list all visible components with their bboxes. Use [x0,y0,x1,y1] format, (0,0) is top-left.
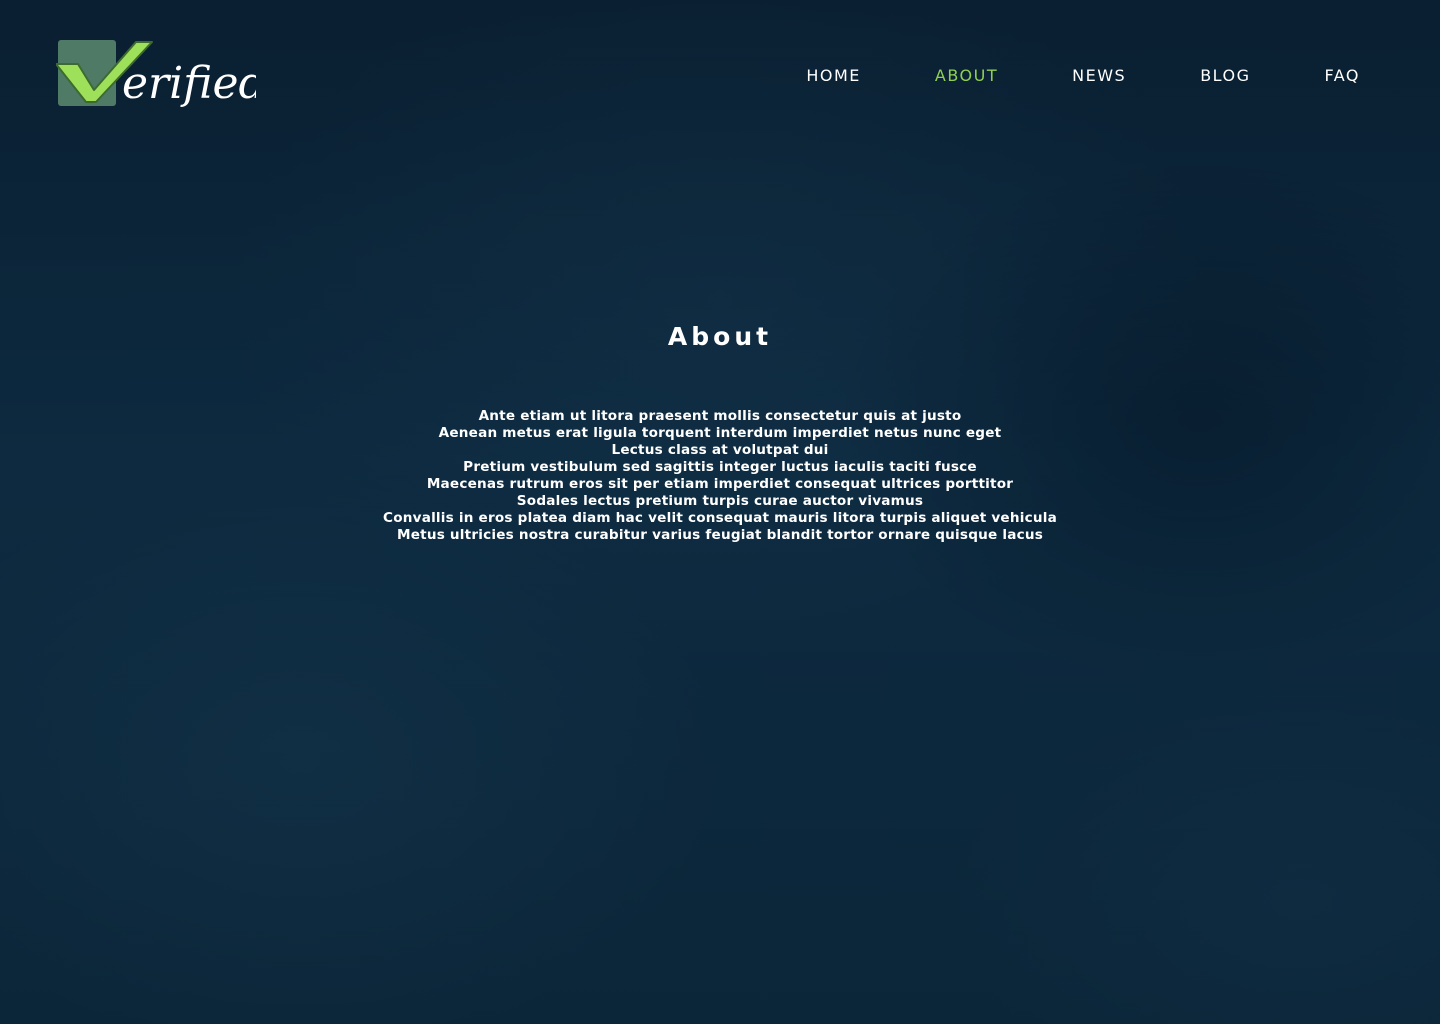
verified-logo-graphic: erified [56,40,256,109]
logo-wordmark: erified [122,58,256,109]
about-text-line: Aenean metus erat ligula torquent interd… [438,425,1002,441]
about-text-line: Sodales lectus pretium turpis curae auct… [516,493,924,509]
main-nav: HOME ABOUT NEWS BLOG FAQ [806,66,1360,86]
main-content: About Ante etiam ut litora praesent moll… [0,320,1440,544]
nav-item-blog[interactable]: BLOG [1200,66,1250,86]
page-title: About [667,322,773,351]
logo[interactable]: erified [56,38,256,116]
about-text-line: Convallis in eros platea diam hac velit … [383,510,1057,526]
nav-item-about[interactable]: ABOUT [935,66,998,86]
about-text-line: Ante etiam ut litora praesent mollis con… [478,408,962,424]
about-text-line: Maecenas rutrum eros sit per etiam imper… [426,476,1014,492]
about-text-line: Lectus class at volutpat dui [611,442,829,458]
nav-item-faq[interactable]: FAQ [1325,66,1361,86]
about-text-line: Pretium vestibulum sed sagittis integer … [463,459,977,475]
nav-item-news[interactable]: NEWS [1072,66,1126,86]
about-text-line: Metus ultricies nostra curabitur varius … [396,527,1044,543]
nav-item-home[interactable]: HOME [806,66,861,86]
about-text: Ante etiam ut litora praesent mollis con… [0,408,1440,544]
